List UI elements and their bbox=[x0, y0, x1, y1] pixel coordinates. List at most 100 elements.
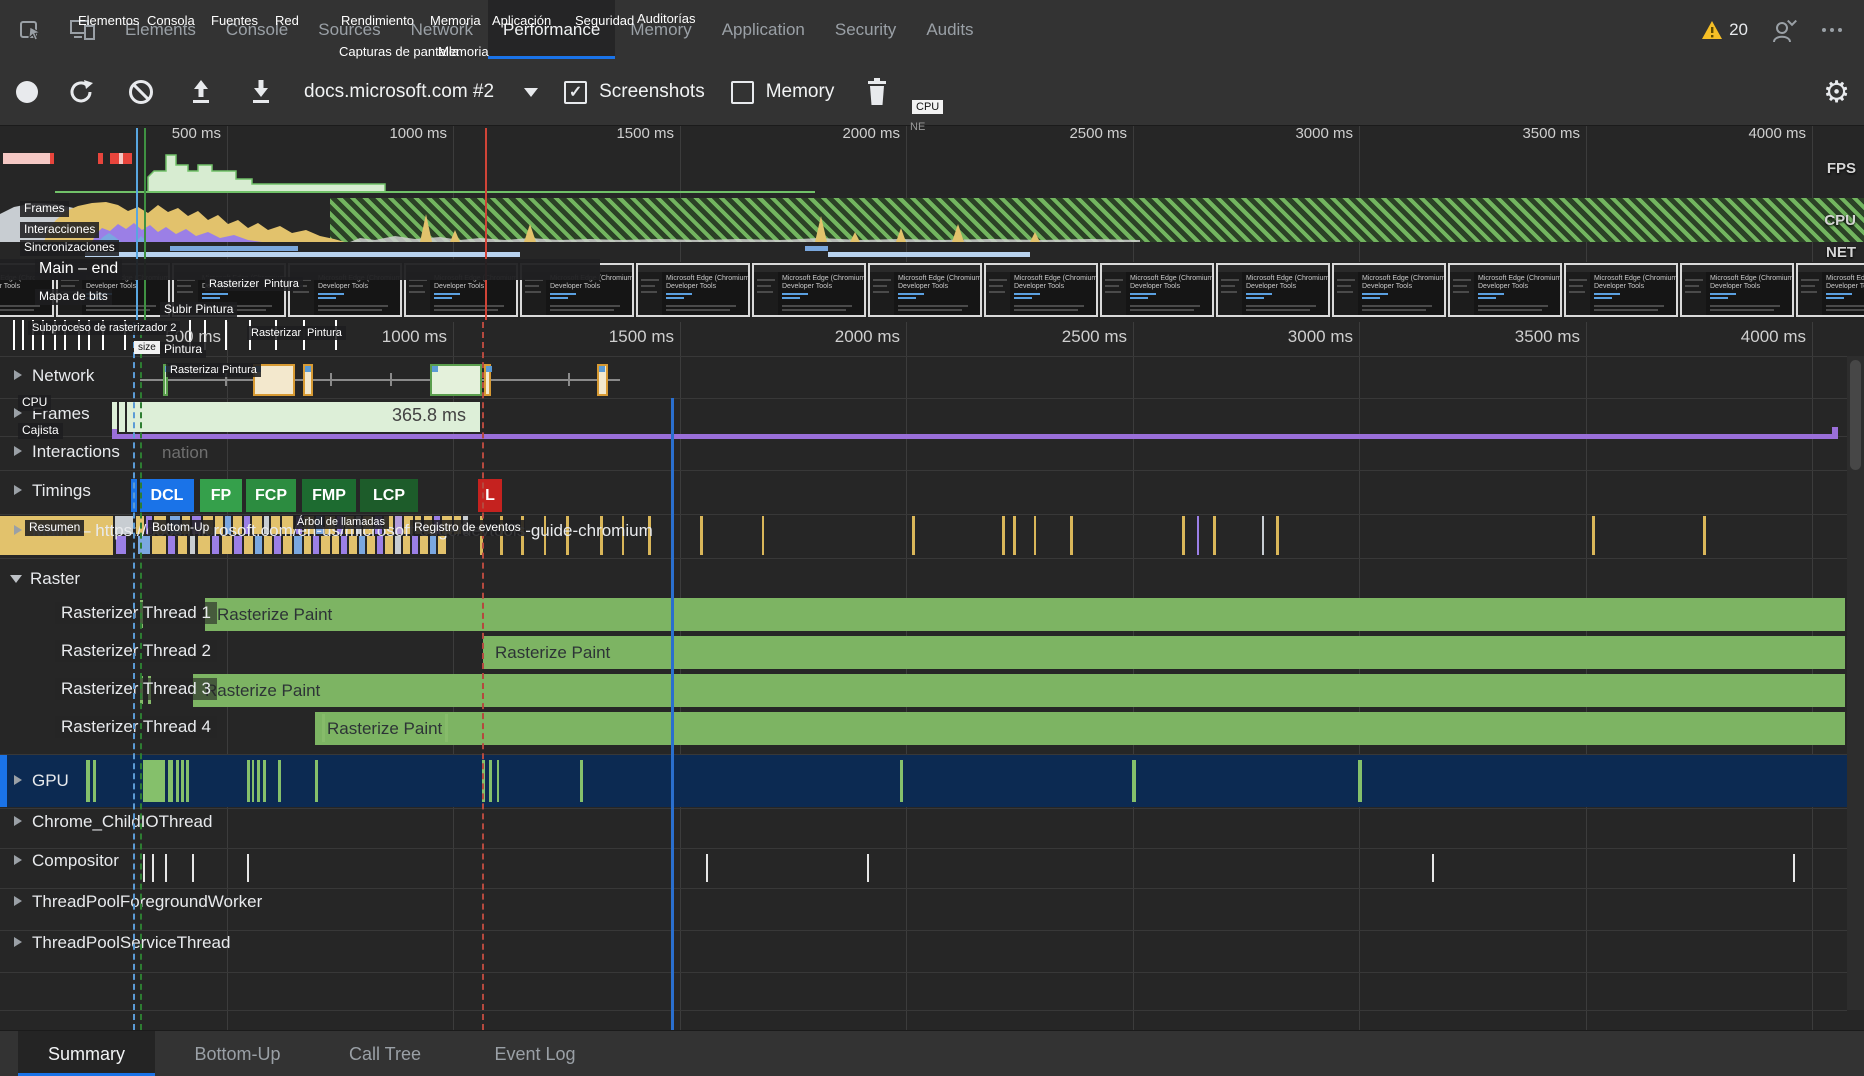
collapse-arrow-raster[interactable] bbox=[10, 575, 22, 583]
rasterize-paint-bar[interactable]: Rasterize Paint bbox=[483, 636, 1845, 669]
gpu-activity-bar[interactable] bbox=[247, 760, 250, 802]
expand-arrow-threadpoolservicethread[interactable] bbox=[14, 937, 22, 947]
track-label-rasterizer-thread-2[interactable]: Rasterizer Thread 2 bbox=[55, 640, 217, 662]
inspect-element-icon[interactable] bbox=[14, 13, 48, 47]
expand-arrow-compositor[interactable] bbox=[14, 855, 22, 865]
network-request-bar[interactable] bbox=[303, 364, 313, 396]
gpu-activity-bar[interactable] bbox=[186, 760, 189, 802]
expand-arrow-network[interactable] bbox=[14, 370, 22, 380]
screenshot-thumbnail[interactable]: Microsoft Edge (Chromium)Developer Tools bbox=[1100, 263, 1214, 317]
gpu-activity-bar[interactable] bbox=[181, 760, 184, 802]
expand-arrow-interactions[interactable] bbox=[14, 446, 22, 456]
timing-marker-lcp[interactable]: LCP bbox=[360, 479, 418, 512]
flame-event-tick[interactable] bbox=[1034, 516, 1036, 555]
screenshot-thumbnail[interactable]: Microsoft Edge (Chromium)Developer Tools bbox=[868, 263, 982, 317]
details-tab-summary[interactable]: Summary bbox=[18, 1031, 155, 1076]
gpu-activity-bar[interactable] bbox=[497, 760, 499, 802]
expand-arrow-chrome-childiothread[interactable] bbox=[14, 816, 22, 826]
screenshot-thumbnail[interactable]: Microsoft Edge (Chromium)Developer Tools bbox=[1680, 263, 1794, 317]
gpu-activity-bar[interactable] bbox=[176, 760, 179, 802]
compositor-event-tick[interactable] bbox=[706, 854, 708, 882]
gpu-activity-bar[interactable] bbox=[1132, 760, 1136, 802]
screenshots-checkbox[interactable]: ✓ Screenshots bbox=[564, 81, 705, 104]
track-label-threadpoolforegroundworker[interactable]: ThreadPoolForegroundWorker bbox=[32, 892, 262, 912]
track-label-network[interactable]: Network bbox=[32, 366, 94, 386]
timing-marker-dcl[interactable]: DCL bbox=[140, 479, 194, 512]
flame-event-tick[interactable] bbox=[1213, 516, 1216, 555]
screenshot-thumbnail[interactable]: Microsoft Edge (Chromium)Developer Tools bbox=[1332, 263, 1446, 317]
details-tab-bottom-up[interactable]: Bottom-Up bbox=[170, 1031, 305, 1076]
compositor-event-tick[interactable] bbox=[247, 854, 249, 882]
profile-select[interactable]: docs.microsoft.com #2 bbox=[304, 81, 538, 103]
track-label-raster[interactable]: Raster bbox=[30, 569, 80, 589]
compositor-event-tick[interactable] bbox=[1432, 854, 1434, 882]
gpu-activity-bar[interactable] bbox=[1358, 760, 1362, 802]
gpu-activity-bar[interactable] bbox=[257, 760, 260, 802]
rasterize-paint-bar[interactable]: Rasterize Paint bbox=[315, 712, 1845, 745]
frame-bar[interactable] bbox=[112, 402, 117, 432]
issues-counter[interactable]: 20 bbox=[1701, 20, 1748, 40]
gpu-activity-bar[interactable] bbox=[489, 760, 492, 802]
tab-audits[interactable]: Audits bbox=[911, 0, 988, 59]
timing-marker-fcp[interactable]: FCP bbox=[246, 479, 296, 512]
screenshot-thumbnail[interactable]: Microsoft Edge (Chromium)Developer Tools bbox=[1216, 263, 1330, 317]
flame-event-tick[interactable] bbox=[1002, 516, 1005, 555]
network-request-bar[interactable] bbox=[597, 364, 608, 396]
rasterize-paint-bar[interactable]: Rasterize Paint bbox=[193, 674, 1845, 707]
gpu-activity-bar[interactable] bbox=[278, 760, 281, 802]
screenshot-thumbnail[interactable]: Microsoft Edge (Chromium)Developer Tools bbox=[1564, 263, 1678, 317]
screenshot-thumbnail[interactable]: Microsoft Edge (Chromium)Developer Tools bbox=[1796, 263, 1864, 317]
details-tab-call-tree[interactable]: Call Tree bbox=[325, 1031, 445, 1076]
expand-arrow-threadpoolforegroundworker[interactable] bbox=[14, 896, 22, 906]
track-label-interactions[interactable]: Interactions bbox=[32, 442, 120, 462]
track-label-gpu[interactable]: GPU bbox=[32, 771, 69, 791]
flame-event-tick[interactable] bbox=[1262, 516, 1264, 555]
record-button[interactable] bbox=[16, 81, 38, 103]
track-label-threadpoolservicethread[interactable]: ThreadPoolServiceThread bbox=[32, 933, 230, 953]
memory-checkbox[interactable]: Memory bbox=[731, 81, 835, 104]
track-label-rasterizer-thread-3[interactable]: Rasterizer Thread 3 bbox=[55, 678, 217, 700]
gpu-activity-bar[interactable] bbox=[252, 760, 254, 802]
screenshot-thumbnail[interactable]: Microsoft Edge (Chromium)Developer Tools bbox=[1448, 263, 1562, 317]
expand-arrow-gpu[interactable] bbox=[14, 775, 22, 785]
compositor-event-tick[interactable] bbox=[1793, 854, 1795, 882]
details-tab-event-log[interactable]: Event Log bbox=[465, 1031, 605, 1076]
save-profile-icon[interactable] bbox=[244, 75, 278, 109]
trash-icon[interactable] bbox=[860, 75, 894, 109]
more-options-icon[interactable] bbox=[1822, 28, 1842, 32]
timing-marker-fmp[interactable]: FMP bbox=[302, 479, 356, 512]
load-profile-icon[interactable] bbox=[184, 75, 218, 109]
flame-event-tick[interactable] bbox=[912, 516, 915, 555]
gpu-activity-bar[interactable] bbox=[86, 760, 90, 802]
compositor-event-tick[interactable] bbox=[152, 854, 154, 882]
tab-application[interactable]: Application bbox=[707, 0, 820, 59]
compositor-event-tick[interactable] bbox=[165, 854, 167, 882]
gpu-activity-bar[interactable] bbox=[93, 760, 96, 802]
track-label-chrome-childiothread[interactable]: Chrome_ChildIOThread bbox=[32, 812, 212, 832]
timing-marker-fp[interactable]: FP bbox=[200, 479, 242, 512]
flame-event-tick[interactable] bbox=[700, 516, 703, 555]
gpu-activity-bar[interactable] bbox=[580, 760, 583, 802]
flame-event-tick[interactable] bbox=[1276, 516, 1279, 555]
flame-event-tick[interactable] bbox=[1013, 516, 1016, 555]
gpu-activity-bar[interactable] bbox=[143, 760, 165, 802]
frame-bar-long[interactable]: 365.8 ms bbox=[127, 402, 480, 432]
gpu-activity-bar[interactable] bbox=[900, 760, 903, 802]
flame-event-tick[interactable] bbox=[1070, 516, 1073, 555]
flame-event-tick[interactable] bbox=[1592, 516, 1595, 555]
screenshot-thumbnail[interactable]: Microsoft Edge (Chromium)Developer Tools bbox=[984, 263, 1098, 317]
expand-arrow-main-thread[interactable] bbox=[14, 525, 22, 535]
screenshot-thumbnail[interactable]: Microsoft Edge (Chromium)Developer Tools bbox=[752, 263, 866, 317]
remote-devices-icon[interactable] bbox=[1768, 13, 1802, 47]
network-request-bar[interactable] bbox=[484, 364, 491, 396]
flame-event-tick[interactable] bbox=[1703, 516, 1706, 555]
track-label-rasterizer-thread-1[interactable]: Rasterizer Thread 1 bbox=[55, 602, 217, 624]
gear-icon[interactable]: ⚙ bbox=[1823, 59, 1850, 125]
scrollbar-thumb[interactable] bbox=[1850, 360, 1861, 470]
compositor-event-tick[interactable] bbox=[867, 854, 869, 882]
expand-arrow-timings[interactable] bbox=[14, 485, 22, 495]
network-request-bar[interactable] bbox=[430, 364, 482, 396]
track-label-rasterizer-thread-4[interactable]: Rasterizer Thread 4 bbox=[55, 716, 217, 738]
flame-event-tick[interactable] bbox=[762, 516, 764, 555]
compositor-event-tick[interactable] bbox=[192, 854, 194, 882]
